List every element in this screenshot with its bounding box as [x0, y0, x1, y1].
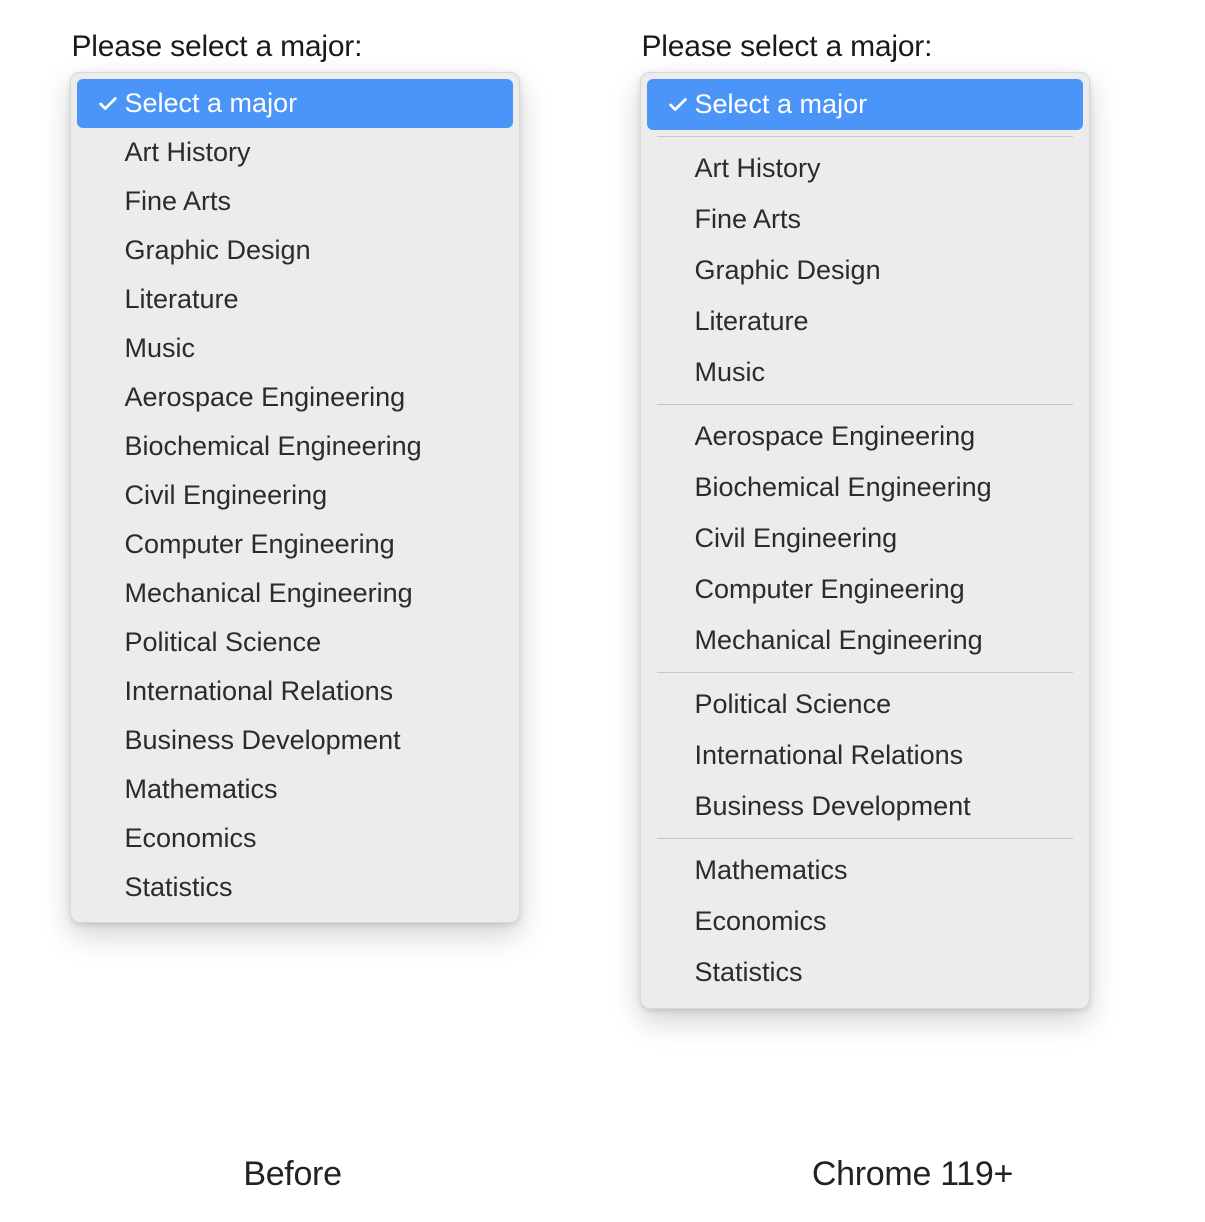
before-caption: Before: [143, 1155, 443, 1194]
after-option[interactable]: Civil Engineering: [647, 513, 1083, 564]
after-option[interactable]: Mechanical Engineering: [647, 615, 1083, 666]
after-option[interactable]: Art History: [647, 143, 1083, 194]
group-divider: [657, 672, 1073, 673]
after-option[interactable]: Aerospace Engineering: [647, 411, 1083, 462]
before-prompt-label: Please select a major:: [72, 30, 363, 64]
columns: Please select a major: Select a major Ar…: [0, 30, 1205, 1009]
before-option[interactable]: Biochemical Engineering: [77, 422, 513, 471]
option-label: Music: [695, 359, 766, 386]
option-label: Biochemical Engineering: [125, 433, 422, 460]
option-label: Statistics: [125, 874, 233, 901]
before-option-list: Select a major Art History Fine Arts Gra…: [77, 79, 513, 912]
before-option[interactable]: Political Science: [77, 618, 513, 667]
option-label: Political Science: [125, 629, 322, 656]
option-label: Mathematics: [125, 776, 278, 803]
before-option[interactable]: Aerospace Engineering: [77, 373, 513, 422]
before-option[interactable]: International Relations: [77, 667, 513, 716]
after-option[interactable]: Political Science: [647, 679, 1083, 730]
checkmark-icon: [661, 94, 695, 116]
option-label: Civil Engineering: [125, 482, 328, 509]
option-label: Aerospace Engineering: [125, 384, 406, 411]
group-divider: [657, 838, 1073, 839]
option-label: Statistics: [695, 959, 803, 986]
caption-row: Before Chrome 119+: [0, 1155, 1205, 1194]
before-option[interactable]: Graphic Design: [77, 226, 513, 275]
option-label: Mechanical Engineering: [125, 580, 413, 607]
option-label: Business Development: [125, 727, 401, 754]
option-label: Music: [125, 335, 196, 362]
after-option[interactable]: Music: [647, 347, 1083, 398]
after-caption: Chrome 119+: [763, 1155, 1063, 1194]
option-label: Fine Arts: [125, 188, 232, 215]
after-option[interactable]: Mathematics: [647, 845, 1083, 896]
option-label: International Relations: [695, 742, 964, 769]
before-option[interactable]: Civil Engineering: [77, 471, 513, 520]
after-option-selected[interactable]: Select a major: [647, 79, 1083, 130]
after-option[interactable]: Economics: [647, 896, 1083, 947]
after-column: Please select a major: Select a major Ar…: [638, 30, 1138, 1009]
group-divider: [657, 136, 1073, 137]
after-option[interactable]: Graphic Design: [647, 245, 1083, 296]
option-label: Literature: [695, 308, 809, 335]
before-option[interactable]: Art History: [77, 128, 513, 177]
option-label: Select a major: [695, 91, 868, 118]
after-option[interactable]: Biochemical Engineering: [647, 462, 1083, 513]
before-option-selected[interactable]: Select a major: [77, 79, 513, 128]
option-label: Graphic Design: [695, 257, 881, 284]
after-option[interactable]: Computer Engineering: [647, 564, 1083, 615]
comparison-stage: Please select a major: Select a major Ar…: [0, 0, 1205, 1222]
before-option[interactable]: Music: [77, 324, 513, 373]
before-select-menu[interactable]: Select a major Art History Fine Arts Gra…: [70, 72, 520, 923]
option-label: International Relations: [125, 678, 394, 705]
after-option[interactable]: Business Development: [647, 781, 1083, 832]
option-label: Economics: [125, 825, 257, 852]
before-option[interactable]: Literature: [77, 275, 513, 324]
after-option[interactable]: Fine Arts: [647, 194, 1083, 245]
option-label: Political Science: [695, 691, 892, 718]
after-select-menu[interactable]: Select a major Art History Fine Arts Gra…: [640, 72, 1090, 1009]
after-option[interactable]: International Relations: [647, 730, 1083, 781]
before-option[interactable]: Fine Arts: [77, 177, 513, 226]
checkmark-icon: [91, 93, 125, 115]
before-option[interactable]: Mechanical Engineering: [77, 569, 513, 618]
before-column: Please select a major: Select a major Ar…: [68, 30, 568, 1009]
option-label: Civil Engineering: [695, 525, 898, 552]
option-label: Fine Arts: [695, 206, 802, 233]
option-label: Art History: [125, 139, 251, 166]
option-label: Computer Engineering: [125, 531, 395, 558]
before-option[interactable]: Business Development: [77, 716, 513, 765]
option-label: Art History: [695, 155, 821, 182]
before-option[interactable]: Statistics: [77, 863, 513, 912]
option-label: Select a major: [125, 90, 298, 117]
before-option[interactable]: Computer Engineering: [77, 520, 513, 569]
option-label: Computer Engineering: [695, 576, 965, 603]
before-option[interactable]: Economics: [77, 814, 513, 863]
group-divider: [657, 404, 1073, 405]
option-label: Mathematics: [695, 857, 848, 884]
after-prompt-label: Please select a major:: [642, 30, 933, 64]
option-label: Business Development: [695, 793, 971, 820]
option-label: Literature: [125, 286, 239, 313]
option-label: Aerospace Engineering: [695, 423, 976, 450]
after-option-list: Select a major Art History Fine Arts Gra…: [647, 79, 1083, 998]
option-label: Economics: [695, 908, 827, 935]
before-option[interactable]: Mathematics: [77, 765, 513, 814]
after-option[interactable]: Literature: [647, 296, 1083, 347]
option-label: Biochemical Engineering: [695, 474, 992, 501]
option-label: Graphic Design: [125, 237, 311, 264]
after-option[interactable]: Statistics: [647, 947, 1083, 998]
option-label: Mechanical Engineering: [695, 627, 983, 654]
